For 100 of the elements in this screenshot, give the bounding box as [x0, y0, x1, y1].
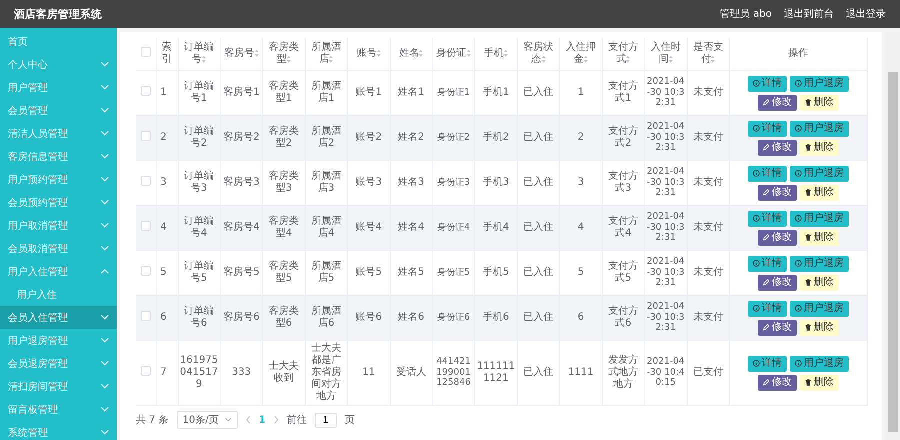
table-cell: 受话人 — [396, 367, 426, 378]
table-cell: 1619750415179 — [180, 355, 218, 390]
action-button[interactable]: 删除 — [800, 140, 839, 156]
header-link[interactable]: 退出登录 — [846, 7, 886, 21]
table-cell: 客房号6 — [223, 312, 260, 323]
info-icon — [795, 80, 802, 87]
action-button[interactable]: 详情 — [748, 166, 787, 182]
previous-page-icon[interactable] — [246, 416, 251, 424]
column-header[interactable]: 是否支付 — [687, 38, 730, 70]
column-header[interactable]: 所属酒店 — [305, 38, 348, 70]
trash-icon — [805, 324, 812, 331]
column-header[interactable]: 客房号 — [220, 38, 263, 70]
table-cell: 3 — [578, 177, 584, 188]
table-cell: 客房类型5 — [269, 261, 300, 284]
table-cell: 账号1 — [356, 87, 382, 98]
row-checkbox[interactable] — [140, 366, 151, 376]
row-checkbox[interactable] — [140, 86, 151, 96]
info-icon — [753, 360, 760, 367]
pen-icon — [763, 99, 770, 106]
table-cell: 手机1 — [482, 87, 510, 98]
table-cell: 441421199001125846 — [436, 356, 471, 388]
action-button[interactable]: 用户退房 — [790, 166, 849, 182]
column-header[interactable]: 客房状态 — [517, 38, 560, 70]
column-header[interactable]: 账号 — [348, 38, 390, 70]
menu-item[interactable]: 会员入住管理 — [0, 306, 117, 329]
row-checkbox[interactable] — [140, 311, 151, 321]
user-label: 管理员 abo — [720, 8, 772, 21]
action-button[interactable]: 修改 — [758, 184, 797, 200]
table-cell: 客房类型6 — [269, 306, 300, 329]
action-button[interactable]: 删除 — [800, 320, 839, 336]
action-button[interactable]: 用户退房 — [790, 256, 849, 272]
action-button[interactable]: 删除 — [800, 230, 839, 246]
info-icon — [753, 170, 760, 177]
table-cell: 所属酒店3 — [311, 171, 342, 194]
table-cell: 所属酒店2 — [311, 126, 342, 149]
column-header[interactable]: 支付方式 — [602, 38, 645, 70]
chevron-down-icon — [101, 246, 109, 251]
table-cell: 1 — [160, 87, 167, 98]
select-all-checkbox[interactable] — [140, 47, 151, 57]
action-button[interactable]: 修改 — [758, 94, 797, 110]
action-button[interactable]: 修改 — [758, 374, 797, 390]
header-link[interactable]: 退出到前台 — [784, 7, 834, 21]
row-checkbox[interactable] — [140, 131, 151, 141]
table-cell: 姓名3 — [398, 177, 424, 188]
column-header[interactable]: 客房类型 — [262, 38, 306, 70]
table-cell: 支付方式2 — [608, 126, 638, 149]
action-button[interactable]: 删除 — [800, 94, 839, 110]
page-size-select[interactable]: 10条/页 — [176, 411, 238, 429]
table-cell: 2021-04-30 10:40:15 — [646, 356, 685, 388]
action-button[interactable]: 用户退房 — [790, 210, 849, 226]
table-cell: 客房号5 — [223, 267, 260, 278]
column-header[interactable]: 身份证 — [432, 38, 475, 70]
table-cell: 手机6 — [482, 312, 510, 323]
column-header[interactable]: 入住押金 — [560, 38, 602, 70]
action-button[interactable]: 修改 — [758, 274, 797, 290]
action-button[interactable]: 删除 — [800, 184, 839, 200]
row-checkbox[interactable] — [140, 176, 151, 186]
action-button[interactable]: 详情 — [748, 356, 787, 372]
chevron-up-icon — [101, 269, 109, 274]
action-button[interactable]: 修改 — [758, 230, 797, 246]
action-button[interactable]: 用户退房 — [790, 120, 849, 136]
table-cell: 账号2 — [356, 132, 382, 143]
info-icon — [753, 305, 760, 312]
action-button[interactable]: 用户退房 — [790, 76, 849, 92]
action-button[interactable]: 修改 — [758, 140, 797, 156]
column-header[interactable]: 姓名 — [390, 38, 433, 70]
table-cell: 2021-04-30 10:32:31 — [646, 256, 685, 288]
table-cell: 订单编号4 — [184, 216, 214, 239]
table-cell: 未支付 — [693, 132, 724, 143]
table-cell: 2021-04-30 10:32:31 — [646, 122, 685, 154]
scrollbar[interactable] — [886, 32, 900, 440]
table-cell: 支付方式1 — [608, 81, 638, 104]
row-checkbox[interactable] — [140, 266, 151, 276]
action-button[interactable]: 详情 — [748, 300, 787, 316]
row-checkbox[interactable] — [140, 221, 151, 231]
table-cell: 未支付 — [693, 267, 724, 278]
info-icon — [753, 125, 760, 132]
column-header[interactable]: 订单编号 — [178, 38, 220, 70]
action-button[interactable]: 详情 — [748, 76, 787, 92]
table-cell: 身份证2 — [437, 132, 470, 143]
next-page-icon[interactable] — [274, 416, 279, 424]
column-header[interactable]: 入住时间 — [644, 38, 688, 70]
action-button[interactable]: 用户退房 — [790, 356, 849, 372]
table-cell: 已支付 — [693, 367, 724, 378]
action-button[interactable]: 删除 — [800, 374, 839, 390]
action-button[interactable]: 详情 — [748, 210, 787, 226]
page-input[interactable]: 1 — [314, 412, 337, 428]
table-cell: 客房类型3 — [269, 171, 300, 194]
action-button[interactable]: 详情 — [748, 120, 787, 136]
table-cell: 客房类型4 — [269, 216, 300, 239]
table-cell: 账号5 — [356, 267, 382, 278]
action-button[interactable]: 删除 — [800, 274, 839, 290]
table-cell: 订单编号1 — [184, 81, 214, 104]
action-button[interactable]: 详情 — [748, 256, 787, 272]
action-button[interactable]: 修改 — [758, 320, 797, 336]
column-header[interactable]: 手机 — [474, 38, 518, 70]
chevron-down-icon — [101, 154, 109, 159]
table-cell: 支付方式5 — [608, 261, 638, 284]
app-title: 酒店客房管理系统 — [14, 6, 102, 22]
action-button[interactable]: 用户退房 — [790, 300, 849, 316]
